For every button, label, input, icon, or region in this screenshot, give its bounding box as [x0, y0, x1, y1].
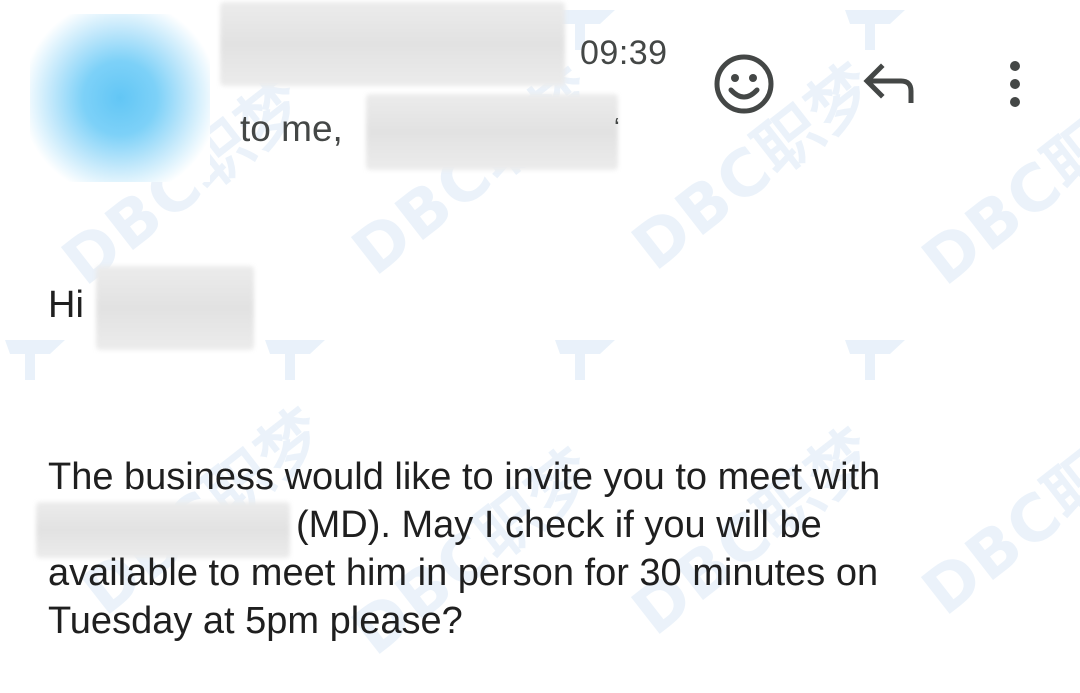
- message-time: 09:39: [580, 34, 668, 72]
- message-line: The business would like to invite you to…: [48, 456, 881, 498]
- sender-name-redacted: [220, 2, 565, 86]
- recipients-label[interactable]: to me,: [240, 108, 343, 150]
- md-name-redacted: [36, 502, 290, 558]
- sender-avatar[interactable]: [30, 14, 210, 182]
- watermark-logo-icon: [845, 10, 905, 50]
- reply-button[interactable]: [855, 55, 923, 113]
- watermark-logo-icon: [555, 340, 615, 380]
- watermark-logo-icon: [265, 340, 325, 380]
- recipients-expand-icon[interactable]: ‘: [614, 112, 620, 143]
- add-reaction-button[interactable]: [710, 50, 778, 118]
- message-line: available to meet him in person for 30 m…: [48, 552, 879, 594]
- more-options-button[interactable]: [990, 50, 1040, 118]
- reply-arrow-icon: [863, 63, 914, 103]
- recipient-first-name-redacted: [96, 266, 254, 350]
- watermark-text: DBC职梦: [909, 395, 1080, 631]
- message-line: (MD). May I check if you will be: [296, 504, 822, 546]
- watermark-logo-icon: [845, 340, 905, 380]
- recipient-name-redacted: [366, 94, 618, 170]
- vertical-dots-icon: [1010, 61, 1020, 107]
- watermark-logo-icon: [5, 340, 65, 380]
- message-greeting: Hi: [48, 284, 84, 326]
- message-line: Tuesday at 5pm please?: [48, 600, 463, 642]
- smile-face-icon: [714, 54, 774, 114]
